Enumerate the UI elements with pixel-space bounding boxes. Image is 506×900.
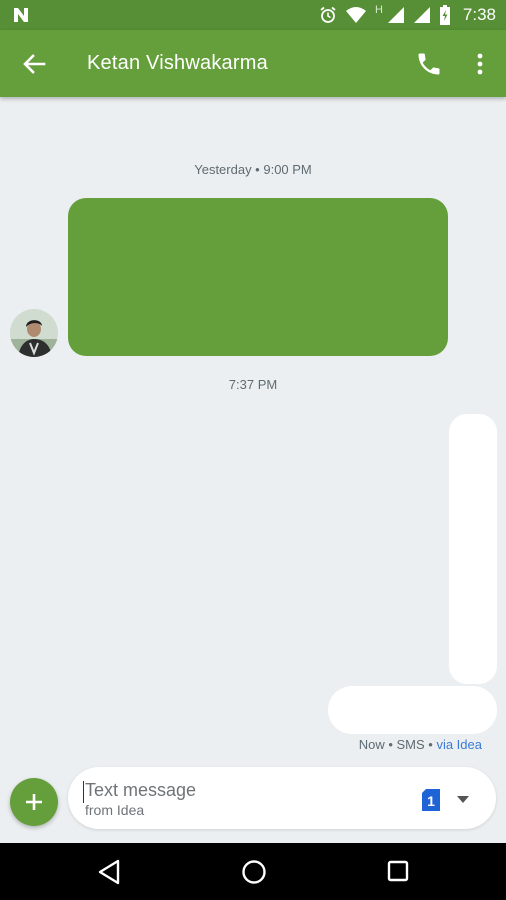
message-status-text: Now • SMS • [358,737,437,752]
add-attachment-button[interactable] [10,778,58,826]
nav-back-icon[interactable] [97,859,121,885]
alarm-icon [320,6,336,23]
plus-icon [26,794,42,810]
nav-recents-icon[interactable] [387,860,409,882]
more-vert-icon[interactable] [468,50,492,78]
network-type-label: H [374,4,383,16]
status-time: 7:38 [462,5,496,24]
timestamp-yesterday: Yesterday • 9:00 PM [194,162,312,177]
signal-icon [387,7,404,23]
carrier-link[interactable]: via Idea [436,737,482,752]
conversation-title: Ketan Vishwakarma [87,52,268,74]
n-notification-icon [14,8,28,22]
signal-icon-2 [413,7,430,23]
back-arrow-icon[interactable] [20,50,48,78]
chevron-down-icon[interactable] [456,795,470,805]
sent-message-bubble-2[interactable] [328,686,497,734]
contact-photo-icon [10,309,58,357]
message-input[interactable]: Text message [85,780,196,801]
status-icons: H 7:38 [319,0,496,30]
avatar[interactable] [10,309,58,357]
status-bar: H 7:38 [0,0,506,30]
app-bar: Ketan Vishwakarma [0,30,506,97]
sim-badge-number: 1 [427,793,435,809]
nav-home-icon[interactable] [241,859,267,885]
text-cursor [83,781,84,803]
received-message-bubble[interactable] [68,198,448,356]
phone-icon[interactable] [415,50,443,78]
battery-icon [439,5,450,25]
message-status: Now • SMS • via Idea [359,737,482,752]
sim-card-icon[interactable]: 1 [422,789,440,811]
timestamp-today: 7:37 PM [228,377,278,392]
sim-sender-label: from Idea [85,802,145,818]
message-composer[interactable]: Text message from Idea 1 [68,767,496,829]
system-nav-bar [0,843,506,900]
wifi-icon [345,7,366,23]
sent-message-bubble[interactable] [449,414,497,684]
